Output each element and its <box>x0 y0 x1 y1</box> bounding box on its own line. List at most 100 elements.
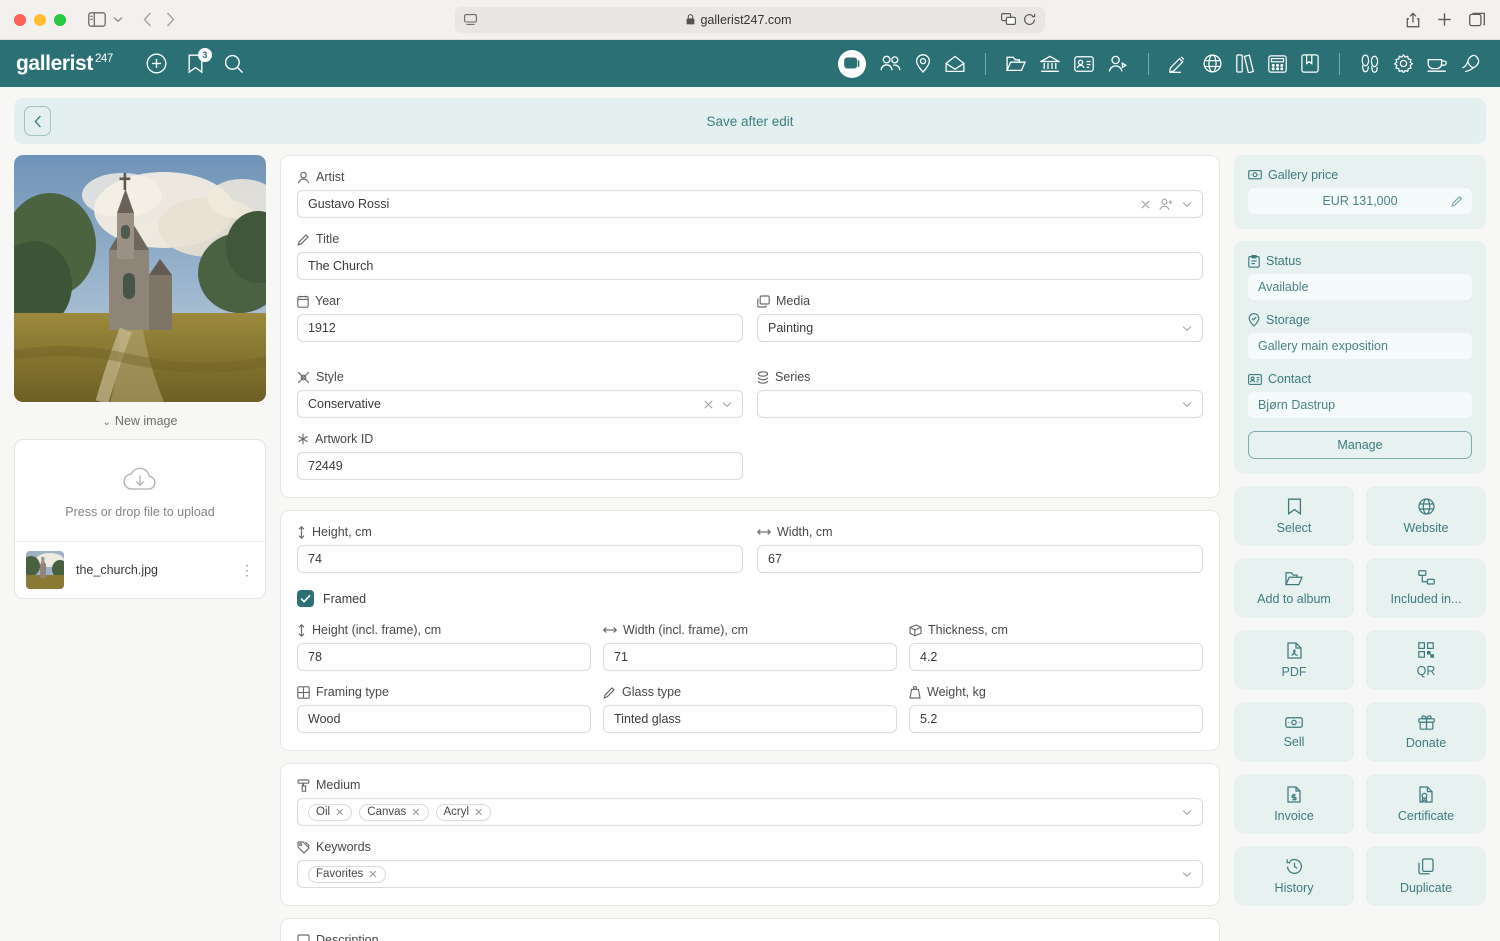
remove-tag-icon[interactable]: ✕ <box>368 868 377 881</box>
contact-field[interactable]: Bjørn Dastrup <box>1248 392 1472 418</box>
sidebar-toggle-icon[interactable] <box>88 12 106 27</box>
height-value: 74 <box>308 552 732 566</box>
nav-gear-icon[interactable] <box>1394 54 1413 73</box>
new-image-toggle[interactable]: ⌄New image <box>14 402 266 439</box>
add-to-album-button[interactable]: Add to album <box>1234 558 1354 618</box>
history-button[interactable]: History <box>1234 846 1354 906</box>
file-dropzone[interactable]: Press or drop file to upload <box>15 440 265 542</box>
glass-type-field[interactable]: Tinted glass <box>603 705 897 733</box>
edit-price-icon[interactable] <box>1451 195 1463 207</box>
certificate-button[interactable]: Certificate <box>1366 774 1486 834</box>
remove-tag-icon[interactable]: ✕ <box>474 806 483 819</box>
share-icon[interactable] <box>1406 12 1420 28</box>
clear-style-icon[interactable] <box>704 400 713 409</box>
browser-back-button[interactable] <box>143 12 152 27</box>
extensions-icon[interactable] <box>1001 13 1016 26</box>
manage-button[interactable]: Manage <box>1248 431 1472 459</box>
donate-button[interactable]: Donate <box>1366 702 1486 762</box>
clipboard-icon <box>1248 255 1260 268</box>
tag-item[interactable]: Oil✕ <box>308 804 352 821</box>
media-dropdown-icon[interactable] <box>1182 325 1192 332</box>
thickness-field[interactable]: 4.2 <box>909 643 1203 671</box>
keywords-tag-field[interactable]: Favorites✕ <box>297 860 1203 888</box>
series-field[interactable] <box>757 390 1203 418</box>
remove-tag-icon[interactable]: ✕ <box>335 806 344 819</box>
nav-coffee-icon[interactable] <box>1427 55 1447 72</box>
reader-view-icon[interactable] <box>464 14 477 26</box>
nav-books-icon[interactable] <box>1236 54 1254 73</box>
nav-contact-card-icon[interactable] <box>1074 56 1094 72</box>
browser-forward-button[interactable] <box>166 12 175 27</box>
window-traffic-lights[interactable] <box>14 14 66 26</box>
clear-artist-icon[interactable] <box>1141 200 1150 209</box>
artwork-id-field[interactable]: 72449 <box>297 452 743 480</box>
remove-tag-icon[interactable]: ✕ <box>411 806 420 819</box>
style-field[interactable]: Conservative <box>297 390 743 418</box>
nav-institution-icon[interactable] <box>1040 55 1060 73</box>
sidebar-chevron-down-icon[interactable] <box>113 16 123 23</box>
nav-birds-icon[interactable] <box>1461 54 1482 73</box>
height-field[interactable]: 74 <box>297 545 743 573</box>
close-window-button[interactable] <box>14 14 26 26</box>
artist-field[interactable]: Gustavo Rossi <box>297 190 1203 218</box>
year-field[interactable]: 1912 <box>297 314 743 342</box>
qr-button[interactable]: QR <box>1366 630 1486 690</box>
nav-globe-icon[interactable] <box>1203 54 1222 73</box>
framing-type-field[interactable]: Wood <box>297 705 591 733</box>
tab-overview-icon[interactable] <box>1469 12 1486 27</box>
nav-location-pin-icon[interactable] <box>915 54 931 73</box>
tag-item[interactable]: Acryl✕ <box>436 804 492 821</box>
width-frame-field[interactable]: 71 <box>603 643 897 671</box>
width-field[interactable]: 67 <box>757 545 1203 573</box>
nav-inbox-icon[interactable] <box>945 55 965 73</box>
nav-calculator-icon[interactable] <box>1268 55 1287 73</box>
tag-item[interactable]: Favorites✕ <box>308 866 386 883</box>
maximize-window-button[interactable] <box>54 14 66 26</box>
back-button[interactable] <box>24 106 51 136</box>
gallery-price-field[interactable]: EUR 131,000 <box>1248 188 1472 214</box>
add-circle-icon[interactable] <box>146 53 167 74</box>
uploaded-file-row[interactable]: the_church.jpg ⋮ <box>15 542 265 598</box>
title-field[interactable]: The Church <box>297 252 1203 280</box>
framed-checkbox-row[interactable]: Framed <box>297 590 1203 607</box>
select-button[interactable]: Select <box>1234 486 1354 546</box>
nav-folder-icon[interactable] <box>1006 55 1026 72</box>
medium-tag-field[interactable]: Oil✕ Canvas✕ Acryl✕ <box>297 798 1203 826</box>
add-artist-icon[interactable] <box>1159 198 1173 211</box>
pdf-button[interactable]: PDF <box>1234 630 1354 690</box>
nav-people-icon[interactable] <box>880 55 901 72</box>
media-field[interactable]: Painting <box>757 314 1203 342</box>
search-icon[interactable] <box>224 54 244 74</box>
app-logo[interactable]: gallerist247 <box>16 52 113 76</box>
reload-icon[interactable] <box>1023 13 1036 26</box>
duplicate-button[interactable]: Duplicate <box>1366 846 1486 906</box>
minimize-window-button[interactable] <box>34 14 46 26</box>
website-button[interactable]: Website <box>1366 486 1486 546</box>
style-dropdown-icon[interactable] <box>722 401 732 408</box>
address-bar[interactable]: gallerist247.com <box>455 7 1045 33</box>
invoice-button[interactable]: Invoice <box>1234 774 1354 834</box>
medium-dropdown-icon[interactable] <box>1182 809 1192 816</box>
nav-book-icon[interactable] <box>1301 54 1319 73</box>
gallery-price-label-row: Gallery price <box>1248 168 1472 182</box>
nav-easel-icon[interactable] <box>1169 55 1189 73</box>
sell-button[interactable]: Sell <box>1234 702 1354 762</box>
nav-artwork-icon[interactable] <box>838 50 866 78</box>
file-menu-icon[interactable]: ⋮ <box>240 563 254 577</box>
nav-footsteps-icon[interactable] <box>1360 54 1380 73</box>
bookmark-icon[interactable]: 3 <box>187 54 204 74</box>
status-field[interactable]: Available <box>1248 274 1472 300</box>
keywords-dropdown-icon[interactable] <box>1182 871 1192 878</box>
series-dropdown-icon[interactable] <box>1182 401 1192 408</box>
artist-dropdown-icon[interactable] <box>1182 201 1192 208</box>
new-tab-icon[interactable] <box>1437 12 1452 27</box>
tag-item[interactable]: Canvas✕ <box>359 804 428 821</box>
weight-field[interactable]: 5.2 <box>909 705 1203 733</box>
framed-checkbox[interactable] <box>297 590 314 607</box>
storage-field[interactable]: Gallery main exposition <box>1248 333 1472 359</box>
right-column: Gallery price EUR 131,000 Status Availab… <box>1234 155 1486 941</box>
nav-person-tag-icon[interactable] <box>1108 55 1128 73</box>
height-frame-field[interactable]: 78 <box>297 643 591 671</box>
qr-label: QR <box>1417 664 1436 678</box>
included-in-button[interactable]: Included in... <box>1366 558 1486 618</box>
